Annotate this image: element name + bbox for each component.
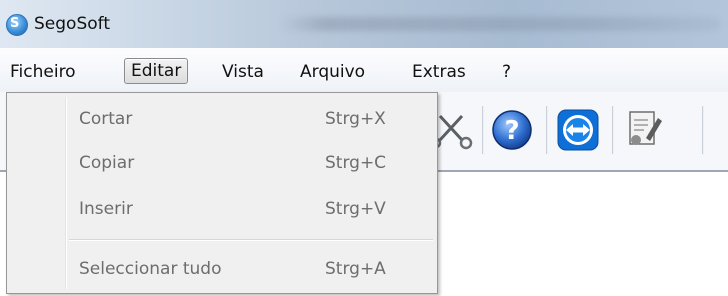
app-icon[interactable] bbox=[6, 14, 28, 36]
blurred-title-text bbox=[280, 17, 720, 31]
menu-item-seleccionar-tudo[interactable]: Seleccionar tudo Strg+A bbox=[7, 249, 437, 289]
menu-arquivo[interactable]: Arquivo bbox=[300, 62, 365, 82]
menu-item-inserir[interactable]: Inserir Strg+V bbox=[7, 189, 437, 229]
certificate-icon[interactable] bbox=[622, 108, 666, 152]
menu-editar[interactable]: Editar bbox=[124, 58, 189, 84]
toolbar-separator bbox=[482, 106, 484, 154]
toolbar-separator bbox=[612, 106, 614, 154]
menu-help[interactable]: ? bbox=[502, 62, 511, 82]
menu-extras[interactable]: Extras bbox=[412, 62, 466, 82]
edit-menu-dropdown: Cortar Strg+X Copiar Strg+C Inserir Strg… bbox=[6, 92, 438, 294]
toolbar-separator bbox=[702, 106, 704, 154]
menu-item-label: Inserir bbox=[79, 199, 133, 219]
menu-item-label: Cortar bbox=[79, 109, 133, 129]
menu-item-label: Copiar bbox=[79, 153, 135, 173]
window-title: SegoSoft bbox=[34, 14, 110, 34]
menu-item-shortcut: Strg+C bbox=[325, 153, 387, 173]
menu-item-shortcut: Strg+X bbox=[325, 109, 386, 129]
menu-item-shortcut: Strg+V bbox=[325, 199, 386, 219]
menu-item-label: Seleccionar tudo bbox=[79, 259, 222, 279]
menu-item-cortar[interactable]: Cortar Strg+X bbox=[7, 99, 437, 139]
scissors-icon[interactable] bbox=[430, 108, 476, 152]
menu-separator bbox=[69, 239, 433, 241]
menu-bar: Ficheiro Editar Vista Arquivo Extras ? bbox=[0, 48, 728, 93]
help-icon[interactable]: ? bbox=[490, 108, 534, 152]
menu-ficheiro[interactable]: Ficheiro bbox=[10, 62, 76, 82]
menu-item-copiar[interactable]: Copiar Strg+C bbox=[7, 143, 437, 183]
teamviewer-icon[interactable] bbox=[556, 108, 600, 152]
title-bar: SegoSoft bbox=[0, 0, 728, 48]
menu-item-shortcut: Strg+A bbox=[325, 259, 386, 279]
menu-vista[interactable]: Vista bbox=[222, 62, 264, 82]
toolbar-separator bbox=[546, 106, 548, 154]
svg-text:?: ? bbox=[504, 116, 519, 146]
